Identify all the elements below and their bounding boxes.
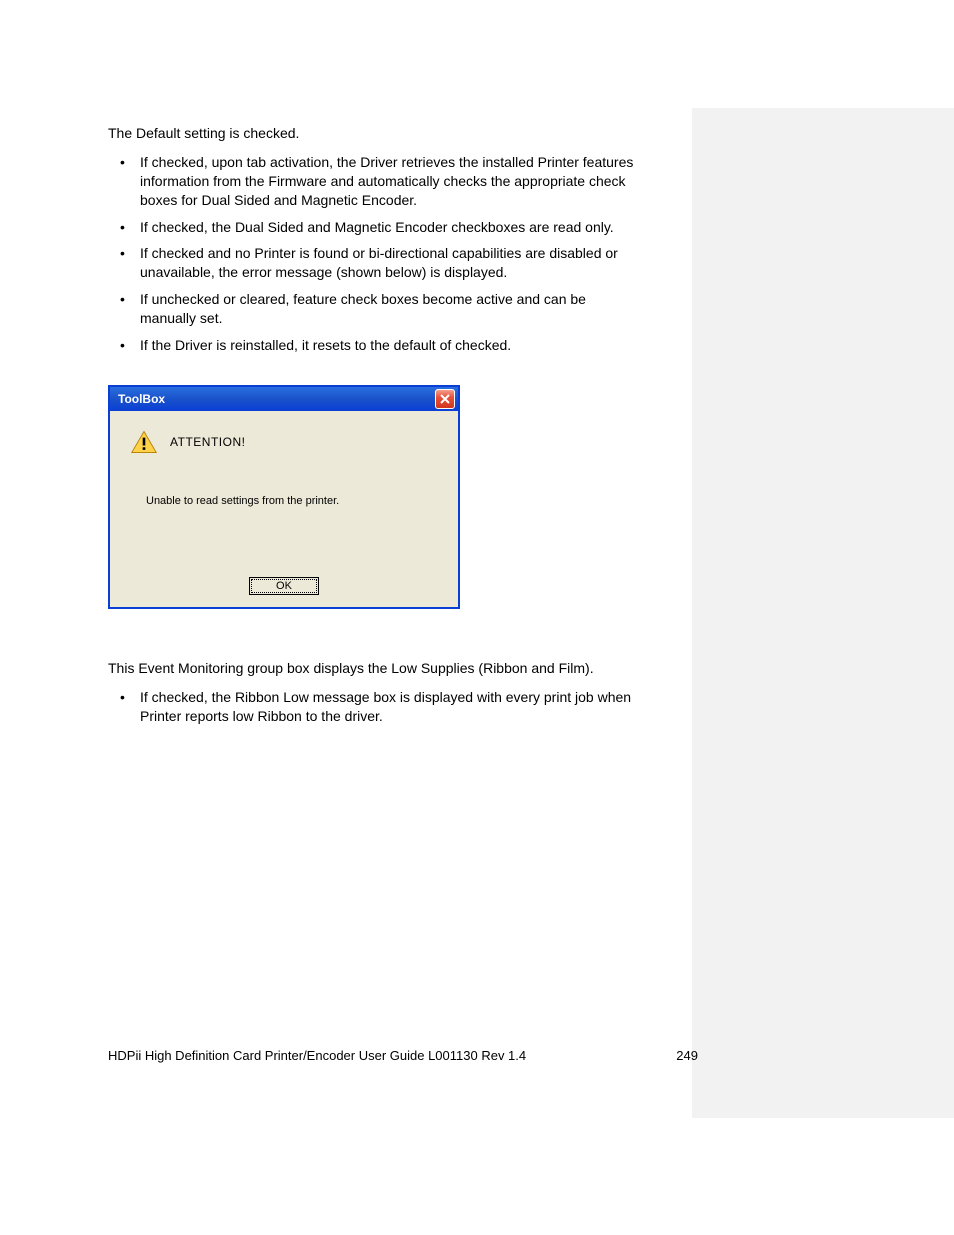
close-button[interactable]: [435, 389, 455, 409]
right-margin-strip: [692, 108, 954, 1118]
dialog-message: Unable to read settings from the printer…: [146, 495, 440, 507]
intro-paragraph: The Default setting is checked.: [108, 124, 640, 143]
attention-row: ATTENTION!: [130, 429, 440, 455]
ok-row: OK: [128, 577, 440, 595]
footer-left-text: HDPii High Definition Card Printer/Encod…: [108, 1048, 526, 1063]
dialog-titlebar: ToolBox: [110, 387, 458, 411]
list-item: If the Driver is reinstalled, it resets …: [120, 336, 640, 355]
bullet-list-1: If checked, upon tab activation, the Dri…: [108, 153, 640, 355]
close-icon: [439, 393, 451, 405]
list-item: If checked, the Dual Sided and Magnetic …: [120, 218, 640, 237]
dialog-body: ATTENTION! Unable to read settings from …: [110, 411, 458, 607]
dialog-title: ToolBox: [118, 392, 165, 406]
page-content: The Default setting is checked. If check…: [0, 0, 700, 806]
toolbox-dialog: ToolBox ATTENTION! Unable to read se: [108, 385, 460, 609]
list-item: If checked and no Printer is found or bi…: [120, 244, 640, 282]
ok-button[interactable]: OK: [249, 577, 319, 595]
page-footer: HDPii High Definition Card Printer/Encod…: [108, 1048, 698, 1063]
section2-intro: This Event Monitoring group box displays…: [108, 659, 640, 678]
attention-label: ATTENTION!: [170, 435, 245, 449]
list-item: If checked, the Ribbon Low message box i…: [120, 688, 640, 726]
warning-icon: [130, 429, 158, 455]
list-item: If checked, upon tab activation, the Dri…: [120, 153, 640, 210]
page-number: 249: [676, 1048, 698, 1063]
section-2: This Event Monitoring group box displays…: [108, 659, 640, 726]
dialog-screenshot: ToolBox ATTENTION! Unable to read se: [108, 385, 640, 609]
list-item: If unchecked or cleared, feature check b…: [120, 290, 640, 328]
bullet-list-2: If checked, the Ribbon Low message box i…: [108, 688, 640, 726]
